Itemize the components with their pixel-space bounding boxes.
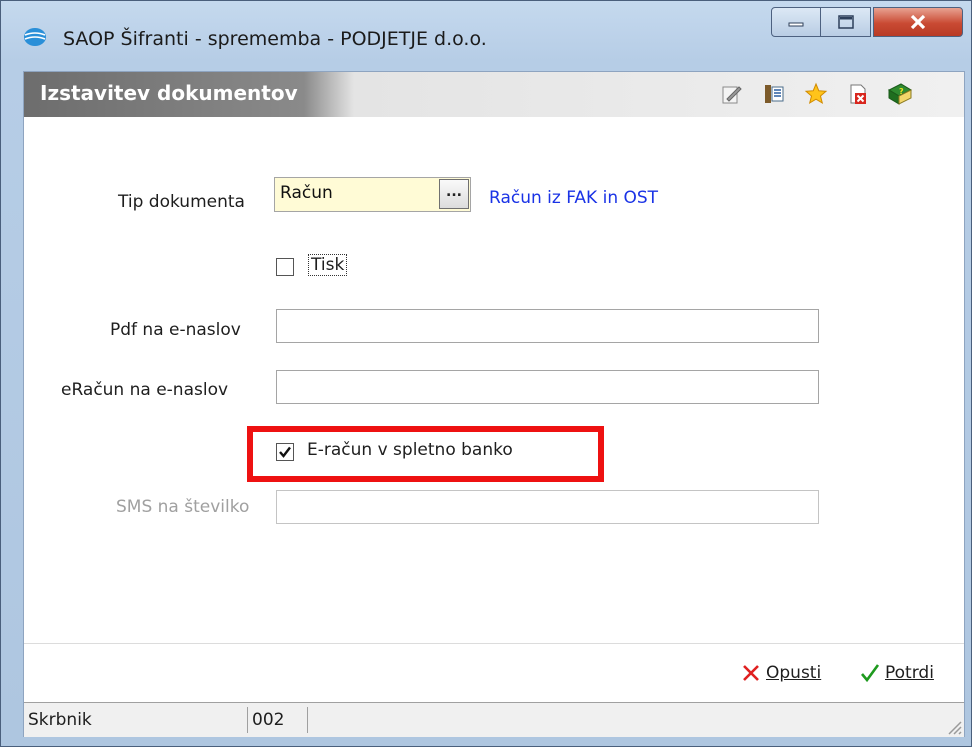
close-button[interactable] [873,7,963,37]
status-user: Skrbnik [26,707,248,733]
maximize-button[interactable] [821,7,871,37]
cancel-x-icon [743,665,759,681]
title-bar[interactable]: SAOP Šifranti - sprememba - PODJETJE d.o… [1,1,972,71]
tip-dokumenta-label: Tip dokumenta [118,192,245,212]
edit-icon[interactable] [718,80,746,108]
eracun-bank-checkbox[interactable] [276,443,294,461]
app-window: SAOP Šifranti - sprememba - PODJETJE d.o… [0,0,972,747]
sms-input [276,490,819,524]
eracun-bank-label: E-račun v spletno banko [307,440,513,460]
tisk-label: Tisk [308,254,348,276]
pdf-email-label: Pdf na e-naslov [110,320,241,340]
tip-dokumenta-input[interactable]: Račun ... [274,177,471,212]
tip-dokumenta-value: Račun [280,183,333,203]
dialog-client-area: Izstavitev dokumentov ? Tip dokumenta Ra… [23,71,965,737]
minimize-icon [788,22,804,27]
cancel-button[interactable]: Opusti [740,662,821,684]
resize-grip-icon[interactable] [944,717,962,735]
confirm-button[interactable]: Potrdi [859,662,934,684]
sms-label: SMS na številko [116,497,250,517]
browse-button[interactable]: ... [439,179,469,209]
cancel-label: Opusti [766,663,822,683]
eracun-email-input[interactable] [276,370,819,404]
section-header: Izstavitev dokumentov ? [24,72,964,117]
close-icon [910,14,926,30]
tisk-checkbox[interactable] [276,258,294,276]
status-extra [314,707,940,733]
maximize-icon [837,15,854,29]
separator [24,643,964,644]
status-code: 002 [250,707,308,733]
pdf-email-input[interactable] [276,309,819,343]
window-title: SAOP Šifranti - sprememba - PODJETJE d.o… [63,28,487,50]
confirm-label: Potrdi [885,663,934,683]
tip-dokumenta-description: Račun iz FAK in OST [489,188,659,208]
saop-app-icon [24,28,46,46]
checkmark-icon [279,446,291,458]
book-icon[interactable]: ? [886,80,914,108]
star-icon[interactable] [802,80,830,108]
eracun-email-label: eRačun na e-naslov [61,380,229,400]
status-bar: Skrbnik 002 [24,702,964,737]
section-title: Izstavitev dokumentov [40,81,298,105]
tisk-label-wrapper: Tisk [308,254,348,276]
list-icon[interactable] [760,80,788,108]
minimize-button[interactable] [771,7,821,37]
delete-icon[interactable] [844,80,872,108]
checkmark-icon [861,664,880,683]
svg-text:?: ? [899,87,904,96]
